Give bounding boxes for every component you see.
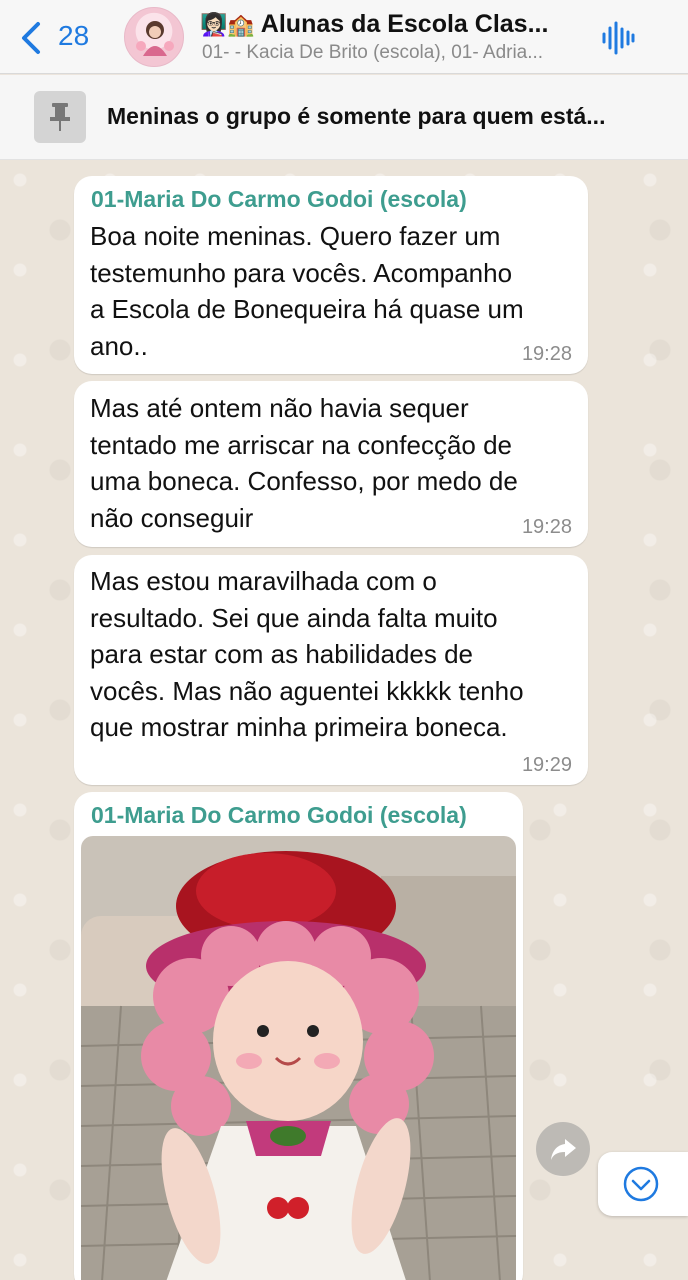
message-line: Mas estou maravilhada com o: [90, 566, 437, 596]
pin-icon-box: [34, 91, 86, 143]
message-line: que mostrar minha primeira boneca.: [90, 712, 508, 742]
message-line: ano..: [90, 330, 148, 361]
message-text: Boa noite meninas. Quero fazer um testem…: [90, 218, 576, 364]
message-time: 19:28: [521, 516, 572, 538]
message-line: Boa noite meninas. Quero fazer um: [90, 221, 501, 251]
message-line: tentado me arriscar na confecção de: [90, 429, 513, 460]
message-bubble[interactable]: Mas estou maravilhada com o resultado. S…: [74, 555, 588, 785]
pinned-message-text: Meninas o grupo é somente para quem está…: [107, 103, 606, 129]
message-text: Mas estou maravilhada com o resultado. S…: [90, 563, 576, 746]
message-line: a Escola de Bonequeira há quase um: [90, 294, 524, 324]
group-avatar[interactable]: [124, 7, 184, 67]
message-line: não conseguir: [90, 502, 254, 533]
message-text: Mas até ontem não havia sequer tentado m…: [90, 390, 576, 536]
chevron-left-icon[interactable]: [18, 20, 46, 56]
audio-waveform-icon[interactable]: [600, 20, 636, 56]
chevron-down-icon: [623, 1166, 659, 1202]
message-sender[interactable]: 01-Maria Do Carmo Godoi (escola): [91, 802, 467, 829]
back-unread-count[interactable]: 28: [58, 20, 89, 52]
group-title-text: Alunas da Escola Clas...: [260, 10, 549, 38]
message-bubble[interactable]: Mas até ontem não havia sequer tentado m…: [74, 381, 588, 547]
photo-message-bubble[interactable]: 01-Maria Do Carmo Godoi (escola): [74, 792, 523, 1280]
message-line: vocês. Mas não aguentei kkkkk tenho: [90, 675, 524, 706]
message-bubble[interactable]: 01-Maria Do Carmo Godoi (escola) Boa noi…: [74, 176, 588, 374]
pin-icon: [50, 103, 70, 131]
pinned-message-bar[interactable]: Meninas o grupo é somente para quem está…: [0, 75, 688, 160]
message-time: 19:28: [521, 343, 572, 365]
chat-header: 28 👩🏻‍🏫🏫 Alunas da Escola Clas... 01- - K…: [0, 0, 688, 74]
group-members[interactable]: 01- - Kacia De Brito (escola), 01- Adria…: [202, 42, 592, 64]
message-line: testemunho para vocês. Acompanho: [90, 257, 513, 288]
forward-button[interactable]: [536, 1122, 590, 1176]
message-line: Mas até ontem não havia sequer: [90, 393, 469, 423]
group-title[interactable]: 👩🏻‍🏫🏫 Alunas da Escola Clas...: [200, 10, 590, 39]
message-sender[interactable]: 01-Maria Do Carmo Godoi (escola): [91, 186, 467, 213]
rag-doll-photo[interactable]: [81, 836, 516, 1280]
forward-icon: [551, 1139, 576, 1160]
message-line: resultado. Sei que ainda falta muito: [90, 602, 498, 633]
title-emoji: 👩🏻‍🏫🏫: [200, 12, 255, 37]
message-line: uma boneca. Confesso, por medo de: [90, 466, 518, 496]
scroll-to-bottom-button[interactable]: [598, 1152, 688, 1216]
message-line: para estar com as habilidades de: [90, 639, 474, 669]
message-time: 19:29: [521, 754, 572, 776]
